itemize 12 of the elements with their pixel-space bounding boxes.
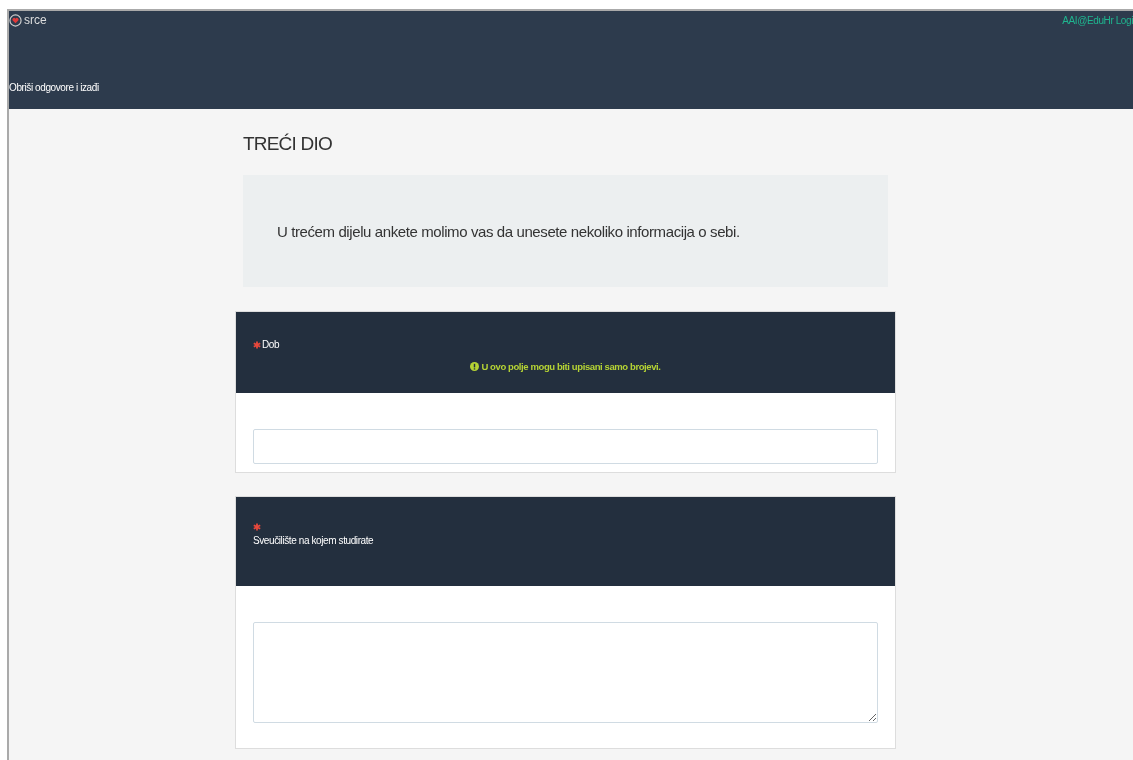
hint-text: U ovo polje mogu biti upisani samo brojevi. — [481, 361, 661, 372]
logo-text[interactable]: srce — [24, 13, 47, 27]
section-title: TREĆI DIO — [242, 132, 333, 156]
input-field[interactable] — [253, 622, 878, 723]
info-icon — [470, 362, 480, 371]
login-link[interactable]: AAI@EduHr Logi — [1062, 14, 1133, 26]
intro-text: U trećem dijelu ankete molimo vas da unesete nekoliko informacija o sebi. — [277, 222, 740, 240]
input-field[interactable] — [253, 429, 878, 464]
question-label: Sveučilište na kojem studirate — [253, 535, 374, 546]
exit-link[interactable]: Obriši odgovore i izađi — [9, 82, 99, 93]
question-label: Dob — [262, 339, 280, 350]
logo-icon — [9, 13, 22, 27]
